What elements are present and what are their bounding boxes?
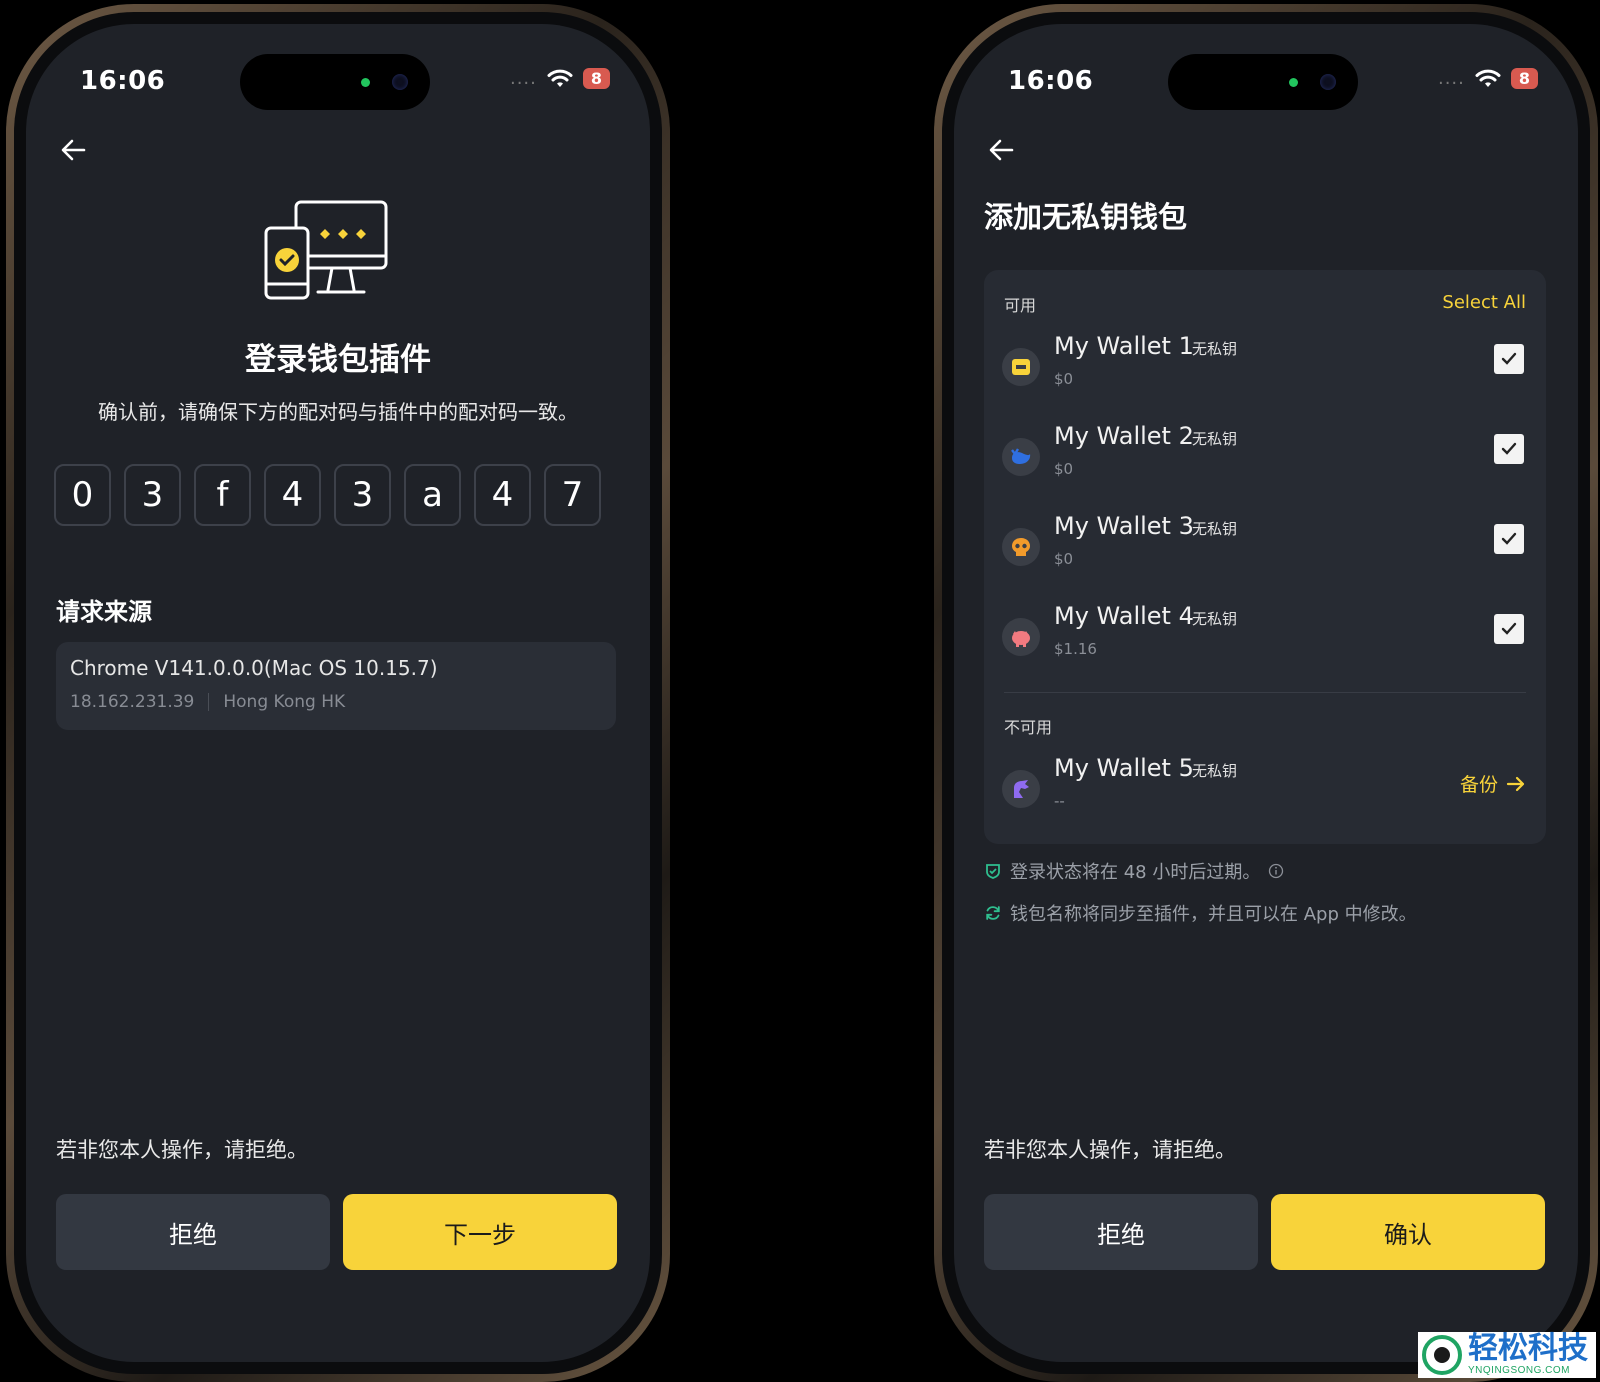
sync-note: 钱包名称将同步至插件，并且可以在 App 中修改。 bbox=[984, 900, 1417, 926]
wallet-name: My Wallet 5 bbox=[1054, 754, 1194, 782]
wallet-checkbox[interactable] bbox=[1494, 524, 1524, 554]
back-arrow-icon[interactable] bbox=[54, 130, 94, 170]
arrow-right-icon bbox=[1506, 776, 1525, 791]
wallet-name: My Wallet 1 bbox=[1054, 332, 1194, 360]
add-wallet-screen: 16:06 .... 8 添加无私钥钱包 可用 Select All My Wa… bbox=[954, 24, 1578, 1362]
wallet-tag: 无私钥 bbox=[1192, 520, 1238, 538]
pairing-code-digit: f bbox=[194, 464, 251, 526]
page-title: 登录钱包插件 bbox=[245, 342, 431, 378]
camera-indicator-icon bbox=[361, 78, 370, 87]
check-icon bbox=[1501, 352, 1517, 365]
phone-right: 16:06 .... 8 添加无私钥钱包 可用 Select All My Wa… bbox=[934, 4, 1598, 1382]
wallet-yellow-icon bbox=[1002, 348, 1040, 386]
sync-note-text: 钱包名称将同步至插件，并且可以在 App 中修改。 bbox=[1010, 904, 1417, 925]
wallet-row[interactable]: My Wallet 2 无私钥 $0 bbox=[984, 422, 1546, 502]
wifi-icon bbox=[547, 69, 573, 87]
phone-desktop-connect-icon bbox=[264, 200, 388, 300]
page-title: 添加无私钥钱包 bbox=[984, 200, 1188, 234]
source-ip: 18.162.231.39 bbox=[70, 692, 195, 712]
pairing-instruction: 确认前，请确保下方的配对码与插件中的配对码一致。 bbox=[98, 400, 578, 424]
phone-left: 16:06 .... 8 登录钱包插件 确认前，请确保下方的配对码与插件中的配对… bbox=[6, 4, 670, 1382]
wallet-balance: $0 bbox=[1054, 370, 1074, 388]
pairing-code-digit: a bbox=[404, 464, 461, 526]
expiry-note-text: 登录状态将在 48 小时后过期。 bbox=[1010, 862, 1261, 883]
status-time: 16:06 bbox=[1008, 66, 1094, 96]
next-button[interactable]: 下一步 bbox=[343, 1194, 617, 1270]
wifi-icon bbox=[1475, 69, 1501, 87]
wallet-list-card: 可用 Select All My Wallet 1 无私钥 $0 My Wall… bbox=[984, 270, 1546, 844]
check-icon bbox=[1501, 442, 1517, 455]
status-icons: .... 8 bbox=[510, 68, 610, 89]
watermark-en: YNQINGSONG.COM bbox=[1468, 1365, 1571, 1376]
wallet-checkbox[interactable] bbox=[1494, 344, 1524, 374]
watermark-cn: 轻松科技 bbox=[1468, 1331, 1588, 1366]
sync-icon bbox=[986, 906, 1000, 920]
wallet-row[interactable]: My Wallet 4 无私钥 $1.16 bbox=[984, 602, 1546, 682]
pairing-code-digit: 3 bbox=[334, 464, 391, 526]
wallet-balance: -- bbox=[1054, 792, 1065, 810]
dynamic-island bbox=[240, 54, 430, 110]
confirm-button[interactable]: 确认 bbox=[1271, 1194, 1545, 1270]
site-watermark: 轻松科技 YNQINGSONG.COM bbox=[1418, 1332, 1596, 1378]
wallet-row[interactable]: My Wallet 1 无私钥 $0 bbox=[984, 332, 1546, 412]
login-plugin-screen: 16:06 .... 8 登录钱包插件 确认前，请确保下方的配对码与插件中的配对… bbox=[26, 24, 650, 1362]
pig-pink-icon bbox=[1002, 618, 1040, 656]
wallet-name: My Wallet 3 bbox=[1054, 512, 1194, 540]
back-arrow-icon[interactable] bbox=[982, 130, 1022, 170]
dynamic-island bbox=[1168, 54, 1358, 110]
select-all-button[interactable]: Select All bbox=[1442, 292, 1526, 313]
camera-lens-icon bbox=[1320, 74, 1336, 90]
expiry-note: 登录状态将在 48 小时后过期。 bbox=[984, 858, 1284, 884]
wallet-name: My Wallet 4 bbox=[1054, 602, 1194, 630]
pairing-code-digit: 4 bbox=[264, 464, 321, 526]
pairing-code-digit: 0 bbox=[54, 464, 111, 526]
wallet-tag: 无私钥 bbox=[1192, 610, 1238, 628]
wallet-tag: 无私钥 bbox=[1192, 762, 1238, 780]
reject-button[interactable]: 拒绝 bbox=[56, 1194, 330, 1270]
wallet-balance: $1.16 bbox=[1054, 640, 1097, 658]
wallet-checkbox[interactable] bbox=[1494, 434, 1524, 464]
wallet-name: My Wallet 2 bbox=[1054, 422, 1194, 450]
source-browser: Chrome V141.0.0.0(Mac OS 10.15.7) bbox=[70, 656, 438, 680]
battery-badge: 8 bbox=[582, 68, 610, 89]
signal-icon: .... bbox=[1437, 68, 1465, 89]
skull-orange-icon bbox=[1002, 528, 1040, 566]
check-icon bbox=[1501, 622, 1517, 635]
backup-link[interactable]: 备份 bbox=[1460, 770, 1526, 797]
signal-icon: .... bbox=[509, 68, 537, 89]
reject-button[interactable]: 拒绝 bbox=[984, 1194, 1258, 1270]
wallet-tag: 无私钥 bbox=[1192, 340, 1238, 358]
reject-warning: 若非您本人操作，请拒绝。 bbox=[56, 1138, 308, 1162]
wallet-balance: $0 bbox=[1054, 550, 1074, 568]
source-location: Hong Kong HK bbox=[223, 692, 346, 712]
unavailable-label: 不可用 bbox=[1004, 718, 1053, 737]
reject-warning: 若非您本人操作，请拒绝。 bbox=[984, 1138, 1236, 1162]
check-icon bbox=[1501, 532, 1517, 545]
battery-badge: 8 bbox=[1510, 68, 1538, 89]
whale-blue-icon bbox=[1002, 438, 1040, 476]
pairing-code-digit: 3 bbox=[124, 464, 181, 526]
watermark-logo-icon bbox=[1422, 1335, 1462, 1375]
shield-check-icon bbox=[986, 864, 1000, 879]
camera-lens-icon bbox=[392, 74, 408, 90]
info-icon[interactable] bbox=[1268, 863, 1284, 879]
status-time: 16:06 bbox=[80, 66, 166, 96]
wallet-checkbox[interactable] bbox=[1494, 614, 1524, 644]
unicorn-purple-icon bbox=[1002, 770, 1040, 808]
section-divider bbox=[1004, 692, 1526, 693]
pairing-code-digit: 7 bbox=[544, 464, 601, 526]
wallet-balance: $0 bbox=[1054, 460, 1074, 478]
wallet-tag: 无私钥 bbox=[1192, 430, 1238, 448]
backup-label: 备份 bbox=[1459, 774, 1498, 796]
divider bbox=[208, 693, 210, 711]
request-source-heading: 请求来源 bbox=[56, 598, 152, 626]
camera-indicator-icon bbox=[1289, 78, 1298, 87]
pairing-code: 0 3 f 4 3 a 4 7 bbox=[54, 464, 601, 526]
request-source-card: Chrome V141.0.0.0(Mac OS 10.15.7) 18.162… bbox=[56, 642, 616, 730]
available-label: 可用 bbox=[1004, 296, 1037, 315]
wallet-row-unavailable: My Wallet 5 无私钥 -- 备份 bbox=[984, 754, 1546, 834]
status-icons: .... 8 bbox=[1438, 68, 1538, 89]
wallet-row[interactable]: My Wallet 3 无私钥 $0 bbox=[984, 512, 1546, 592]
pairing-code-digit: 4 bbox=[474, 464, 531, 526]
